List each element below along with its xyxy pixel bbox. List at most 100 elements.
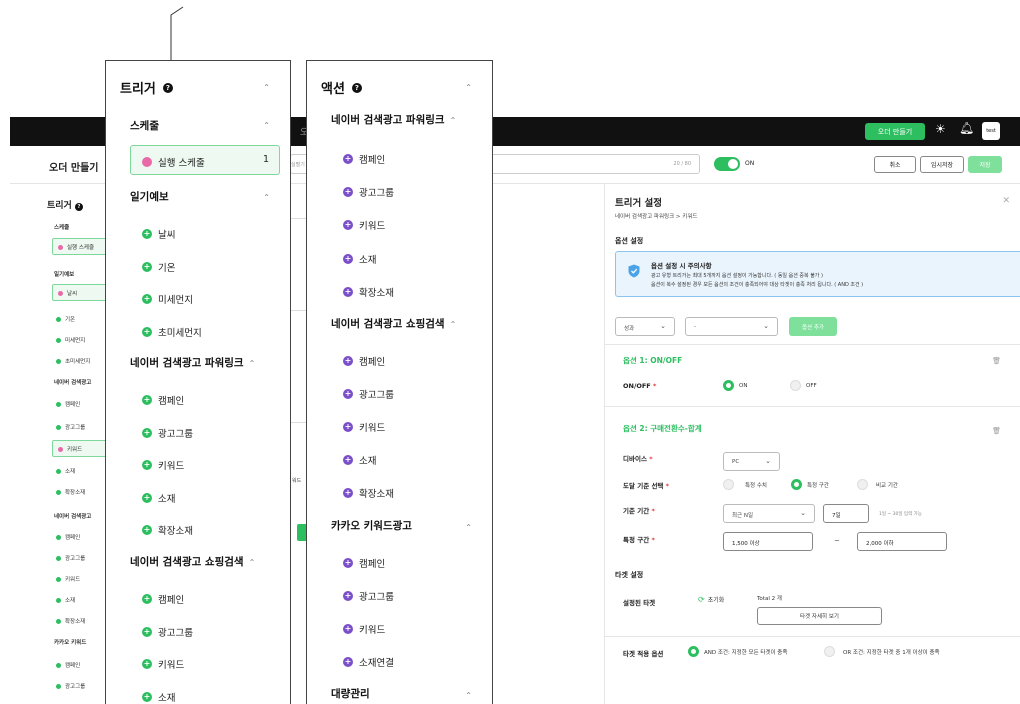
- bg-list-item[interactable]: 소재: [56, 467, 75, 475]
- list-item[interactable]: + 미세먼지: [142, 292, 193, 306]
- bg-list-item[interactable]: 날씨: [58, 289, 77, 297]
- radio-or[interactable]: OR 조건: 지정한 타겟 중 1개 이상이 충족: [824, 646, 940, 657]
- cancel-button[interactable]: 취소: [874, 156, 916, 173]
- list-item[interactable]: + 광고그룹: [142, 426, 193, 440]
- bg-list-item[interactable]: 확장소재: [56, 488, 85, 496]
- list-item[interactable]: + 캠페인: [142, 393, 184, 407]
- list-item[interactable]: + 광고그룹: [142, 625, 193, 639]
- radio-on[interactable]: ON: [723, 380, 747, 391]
- bg-list-item[interactable]: 광고그룹: [56, 554, 85, 562]
- bg-list-item[interactable]: 캠페인: [56, 533, 80, 541]
- bg-list-item[interactable]: 광고그룹: [56, 682, 85, 690]
- list-item[interactable]: + 기온: [142, 260, 175, 274]
- bg-list-item[interactable]: 키워드: [56, 575, 80, 583]
- list-item[interactable]: + 캠페인: [343, 556, 385, 570]
- option-metric-select[interactable]: - ⌄: [685, 317, 778, 336]
- period-days-input[interactable]: 7일: [823, 504, 869, 523]
- trash-icon[interactable]: 🗑︎: [992, 427, 1001, 435]
- list-item[interactable]: + 키워드: [343, 420, 385, 434]
- bg-list-item[interactable]: 확장소재: [56, 617, 85, 625]
- bg-category[interactable]: 네이버 검색광고: [54, 378, 91, 386]
- period-select[interactable]: 최근 N일 ⌄: [723, 504, 815, 523]
- bg-list-item[interactable]: 캠페인: [56, 661, 80, 669]
- list-item[interactable]: + 소재: [142, 690, 175, 704]
- action-category-naver-powerlink[interactable]: 네이버 검색광고 파워링크 ⌃: [331, 112, 456, 127]
- chevron-up-icon[interactable]: ⌃: [263, 83, 270, 92]
- radio-and[interactable]: AND 조건: 지정한 모든 타겟이 충족: [688, 646, 787, 657]
- bg-category[interactable]: 카카오 키워드: [54, 638, 86, 646]
- selected-schedule-item[interactable]: 실행 스케줄 1: [130, 145, 280, 175]
- save-button[interactable]: 저장: [968, 156, 1002, 173]
- bg-list-item[interactable]: 실행 스케줄: [58, 243, 94, 251]
- bg-list-item[interactable]: 초미세먼지: [56, 357, 90, 365]
- list-item[interactable]: + 소재: [343, 453, 376, 467]
- list-item[interactable]: + 캠페인: [343, 152, 385, 166]
- help-icon[interactable]: ?: [162, 82, 173, 93]
- action-category-naver-shopping[interactable]: 네이버 검색광고 쇼핑검색 ⌃: [331, 316, 456, 331]
- range-to-input[interactable]: 2,000 이하: [857, 532, 947, 551]
- list-item[interactable]: + 확장소재: [343, 486, 394, 500]
- category-weather[interactable]: 일기예보: [130, 189, 169, 204]
- chevron-up-icon[interactable]: ⌃: [249, 359, 256, 368]
- range-from-input[interactable]: 1,500 이상: [723, 532, 813, 551]
- chevron-up-icon[interactable]: ⌃: [249, 558, 256, 567]
- chevron-up-icon[interactable]: ⌃: [263, 193, 270, 202]
- list-item[interactable]: + 캠페인: [343, 354, 385, 368]
- list-item[interactable]: + 캠페인: [142, 592, 184, 606]
- temp-save-button[interactable]: 임시저장: [920, 156, 964, 173]
- bg-list-item[interactable]: 키워드: [58, 445, 82, 453]
- add-option-button[interactable]: 옵션 추가: [789, 317, 837, 336]
- chevron-up-icon[interactable]: ⌃: [450, 320, 457, 329]
- radio-specific-range[interactable]: 특정 구간: [791, 479, 829, 490]
- radio-compare-period[interactable]: 비교 기간: [857, 479, 898, 490]
- list-item[interactable]: + 키워드: [142, 458, 184, 472]
- bg-list-item[interactable]: 광고그룹: [56, 423, 85, 431]
- list-item[interactable]: + 키워드: [142, 657, 184, 671]
- list-item[interactable]: + 확장소재: [343, 285, 394, 299]
- bg-list-item[interactable]: 기온: [56, 315, 75, 323]
- device-select[interactable]: PC ⌄: [723, 452, 780, 471]
- list-item[interactable]: + 광고그룹: [343, 185, 394, 199]
- radio-specific-value[interactable]: 특정 수치: [723, 479, 767, 490]
- trash-icon[interactable]: 🗑︎: [992, 357, 1001, 365]
- chevron-up-icon[interactable]: ⌃: [450, 116, 457, 125]
- bg-list-item[interactable]: 미세먼지: [56, 336, 85, 344]
- list-item[interactable]: + 키워드: [343, 622, 385, 636]
- bg-list-item[interactable]: 캠페인: [56, 400, 80, 408]
- reset-button[interactable]: ⟳ 초기화: [698, 595, 724, 604]
- notification-bell-icon[interactable]: 🔔︎: [959, 121, 974, 135]
- bg-category[interactable]: 일기예보: [54, 270, 74, 278]
- chevron-up-icon[interactable]: ⌃: [263, 121, 270, 130]
- close-icon[interactable]: ✕: [1002, 196, 1010, 206]
- bg-category[interactable]: 네이버 검색광고: [54, 512, 91, 520]
- category-schedule[interactable]: 스케줄: [130, 118, 159, 133]
- bg-list-item[interactable]: 소재: [56, 596, 75, 604]
- category-naver-powerlink[interactable]: 네이버 검색광고 파워링크 ⌃: [130, 355, 255, 370]
- user-avatar[interactable]: test: [982, 122, 1000, 140]
- list-item[interactable]: + 소재연결: [343, 655, 394, 669]
- list-item[interactable]: + 키워드: [343, 218, 385, 232]
- option-type-select[interactable]: 성과 ⌄: [615, 317, 675, 336]
- help-icon[interactable]: ?: [351, 82, 362, 93]
- list-item[interactable]: + 날씨: [142, 227, 175, 241]
- chevron-up-icon[interactable]: ⌃: [465, 83, 472, 92]
- list-item-label: 키워드: [158, 461, 185, 472]
- list-item[interactable]: + 초미세먼지: [142, 325, 202, 339]
- list-item[interactable]: + 확장소재: [142, 523, 193, 537]
- bg-category[interactable]: 스케줄: [54, 223, 69, 231]
- create-order-button[interactable]: 오더 만들기: [865, 123, 925, 140]
- list-item[interactable]: + 소재: [343, 252, 376, 266]
- action-category-kakao[interactable]: 카카오 키워드광고: [331, 518, 412, 533]
- list-item[interactable]: + 광고그룹: [343, 589, 394, 603]
- category-naver-shopping[interactable]: 네이버 검색광고 쇼핑검색 ⌃: [130, 554, 255, 569]
- notice-line-2: 옵션이 복수 설정된 경우 모든 옵션의 조건이 충족되어야 대상 타겟이 충족…: [651, 282, 864, 288]
- theme-sun-icon[interactable]: ☀: [935, 122, 946, 136]
- active-toggle[interactable]: [714, 157, 740, 171]
- chevron-up-icon[interactable]: ⌃: [465, 691, 472, 700]
- chevron-up-icon[interactable]: ⌃: [465, 523, 472, 532]
- target-detail-button[interactable]: 타겟 자세히 보기: [757, 607, 882, 625]
- list-item[interactable]: + 소재: [142, 491, 175, 505]
- radio-off[interactable]: OFF: [790, 380, 817, 391]
- action-category-bulk[interactable]: 대량관리: [331, 686, 370, 701]
- list-item[interactable]: + 광고그룹: [343, 387, 394, 401]
